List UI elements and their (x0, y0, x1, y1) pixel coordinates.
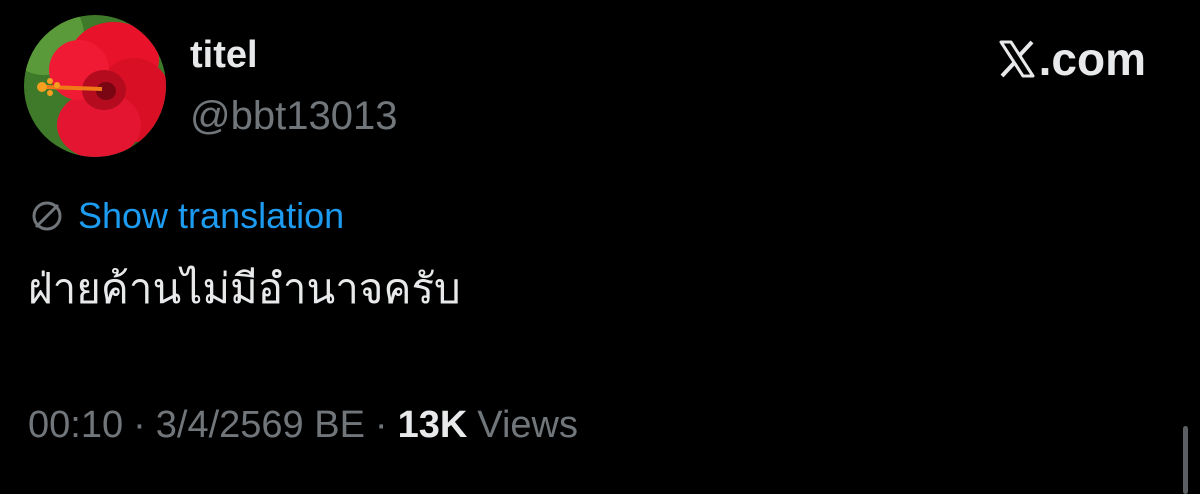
tweet-date[interactable]: 3/4/2569 BE (156, 406, 365, 444)
views-count[interactable]: 13K (398, 406, 468, 444)
show-translation-link[interactable]: Show translation (78, 198, 344, 234)
author-display-name[interactable]: titel (190, 36, 258, 74)
brand-watermark: .com (997, 36, 1146, 82)
scrollbar-thumb[interactable] (1183, 426, 1188, 494)
x-logo-icon (999, 40, 1035, 78)
translation-row: Show translation (30, 196, 344, 236)
avatar[interactable] (24, 15, 166, 157)
tweet-time[interactable]: 00:10 (28, 406, 123, 444)
tweet-card: titel @bbt13013 .com Show translation ฝ่… (0, 0, 1200, 494)
globe-icon (32, 201, 62, 231)
views-label[interactable]: Views (477, 406, 578, 444)
tweet-meta: 00:10 · 3/4/2569 BE · 13K Views (28, 406, 578, 444)
tweet-text: ฝ่ายค้านไม่มีอำนาจครับ (28, 264, 461, 313)
meta-separator: · (374, 404, 388, 446)
hibiscus-flower-avatar (24, 15, 166, 157)
author-handle[interactable]: @bbt13013 (190, 96, 397, 136)
brand-label: .com (1038, 33, 1146, 85)
meta-separator: · (133, 404, 146, 446)
